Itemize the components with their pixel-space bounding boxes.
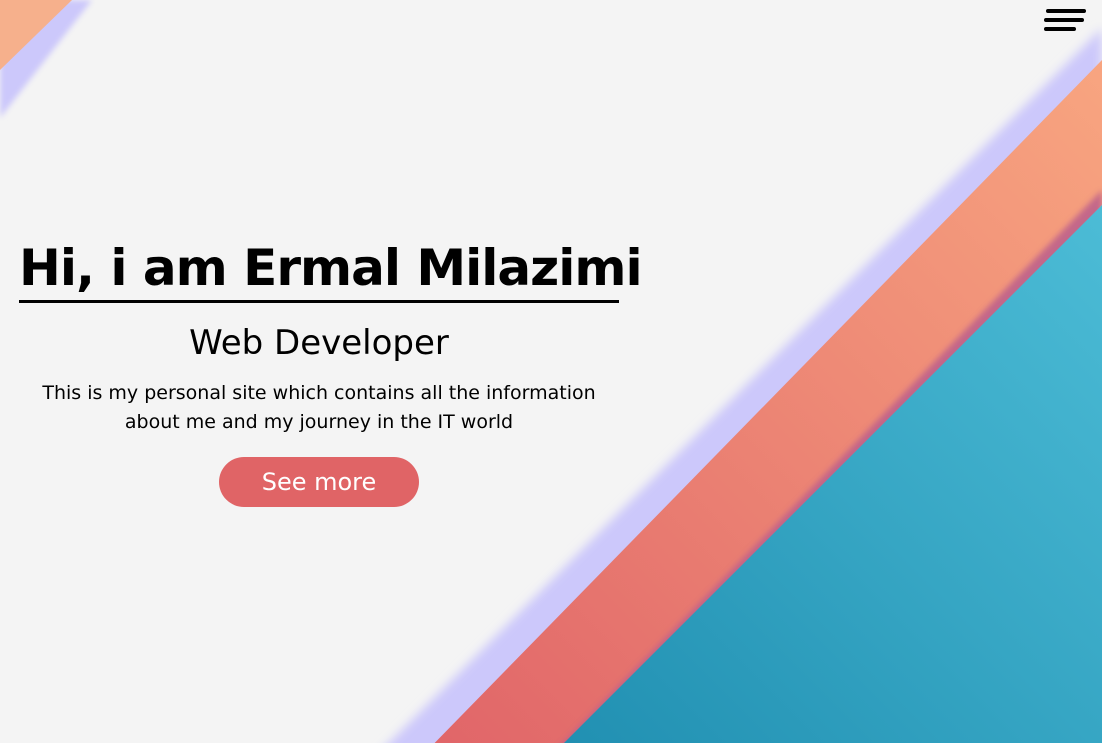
see-more-button[interactable]: See more (219, 457, 419, 507)
menu-line-top (1046, 9, 1086, 13)
hamburger-menu-icon[interactable] (1044, 9, 1086, 33)
teal-block (564, 205, 1102, 743)
hero-description: This is my personal site which contains … (42, 382, 596, 433)
hero-subtitle: Web Developer (189, 323, 449, 363)
hero-section: Hi, i am Ermal Milazimi Web Developer Th… (19, 238, 643, 507)
menu-line-middle (1044, 18, 1084, 22)
hero-title: Hi, i am Ermal Milazimi (19, 238, 643, 303)
menu-line-bottom (1044, 27, 1076, 31)
top-left-stripe (0, 0, 92, 118)
page: Hi, i am Ermal Milazimi Web Developer Th… (0, 0, 1102, 743)
